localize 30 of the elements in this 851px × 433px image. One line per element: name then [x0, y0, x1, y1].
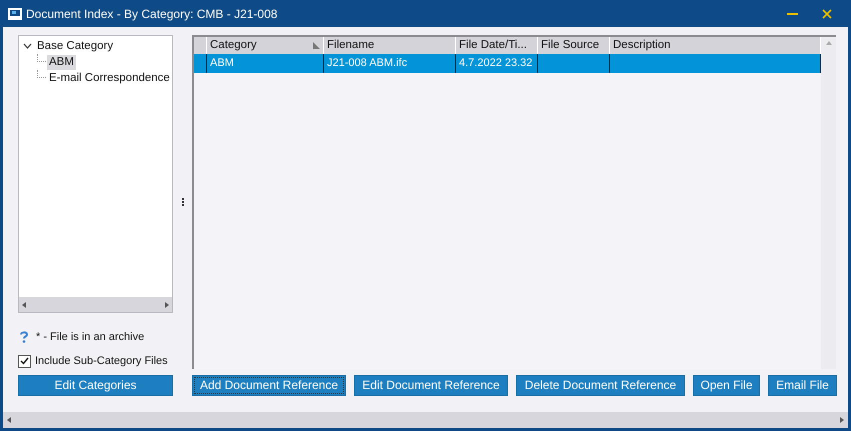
horizontal-scrollbar[interactable]	[3, 412, 848, 428]
tree-item[interactable]: E-mail Correspondence	[47, 70, 172, 86]
action-button[interactable]: Open File	[693, 375, 760, 396]
scroll-left-icon[interactable]	[7, 417, 11, 423]
vertical-scrollbar[interactable]	[821, 37, 836, 369]
scroll-left-icon[interactable]	[22, 302, 26, 308]
question-icon	[20, 331, 28, 343]
expand-caret-icon[interactable]	[23, 43, 32, 49]
close-icon[interactable]	[822, 8, 832, 18]
include-label: Include Sub-Category Files	[35, 354, 168, 369]
minimize-icon[interactable]	[787, 12, 798, 14]
app-icon	[8, 8, 22, 20]
edit-categories-button[interactable]: Edit Categories	[18, 375, 173, 396]
scroll-right-icon[interactable]	[165, 302, 169, 308]
include-checkbox[interactable]	[18, 354, 31, 368]
tree-item[interactable]: Base Category	[35, 38, 116, 54]
scroll-right-icon[interactable]	[840, 417, 844, 423]
action-button[interactable]: Email File	[768, 375, 837, 396]
tree-item[interactable]: ABM	[47, 54, 76, 70]
splitter-handle-icon[interactable]	[182, 198, 184, 206]
window-title: Document Index - By Category: CMB - J21-008	[26, 6, 278, 22]
action-button[interactable]: Edit Document Reference	[354, 375, 508, 396]
table-cell-text: J21-008 ABM.ifc	[327, 56, 408, 71]
sort-icon	[313, 42, 320, 49]
action-button[interactable]: Delete Document Reference	[516, 375, 685, 396]
table-cell-text: 4.7.2022 23.32	[459, 56, 532, 71]
horizontal-scrollbar[interactable]	[19, 297, 172, 312]
archive-legend: * - File is in an archive	[36, 328, 144, 346]
table-cell-text: ABM	[210, 56, 234, 71]
action-button[interactable]: Add Document Reference	[192, 375, 346, 396]
